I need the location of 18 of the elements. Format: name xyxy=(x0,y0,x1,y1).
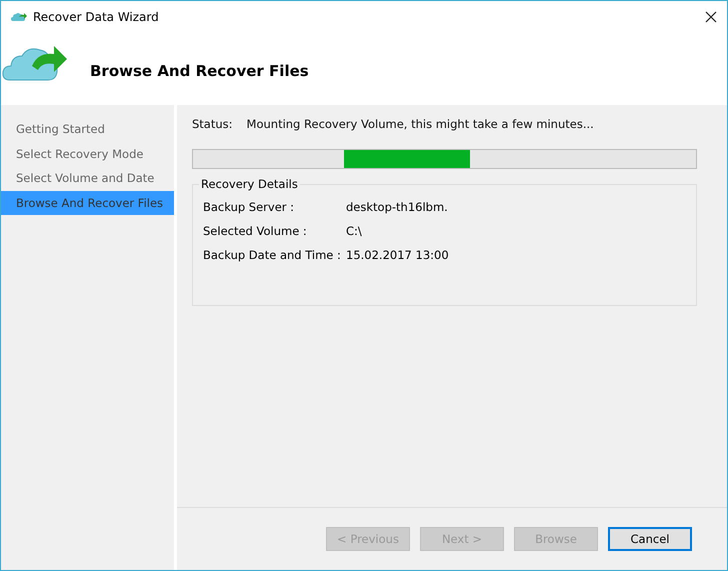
close-icon[interactable] xyxy=(705,11,717,23)
sidebar-item[interactable]: Getting Started xyxy=(1,117,174,142)
sidebar-item[interactable]: Browse And Recover Files xyxy=(1,190,174,215)
sidebar-item[interactable]: Select Volume and Date xyxy=(1,166,174,190)
detail-label: Selected Volume : xyxy=(203,224,308,238)
status-label: Status: xyxy=(192,117,233,131)
group-title: Recovery Details xyxy=(200,177,299,191)
detail-value: 15.02.2017 13:00 xyxy=(346,248,449,262)
page-title: Browse And Recover Files xyxy=(90,62,309,80)
window-title: Recover Data Wizard xyxy=(33,10,159,24)
wizard-button[interactable]: Cancel xyxy=(608,527,692,551)
detail-value: C:\ xyxy=(346,224,362,238)
cloud-icon xyxy=(11,12,27,22)
detail-label: Backup Server : xyxy=(203,200,296,214)
sidebar-item[interactable]: Select Recovery Mode xyxy=(1,142,174,166)
status-text: Mounting Recovery Volume, this might take a few minutes... xyxy=(246,117,594,131)
detail-label: Backup Date and Time : xyxy=(203,248,342,262)
detail-value: desktop-th16lbm. xyxy=(346,200,448,214)
